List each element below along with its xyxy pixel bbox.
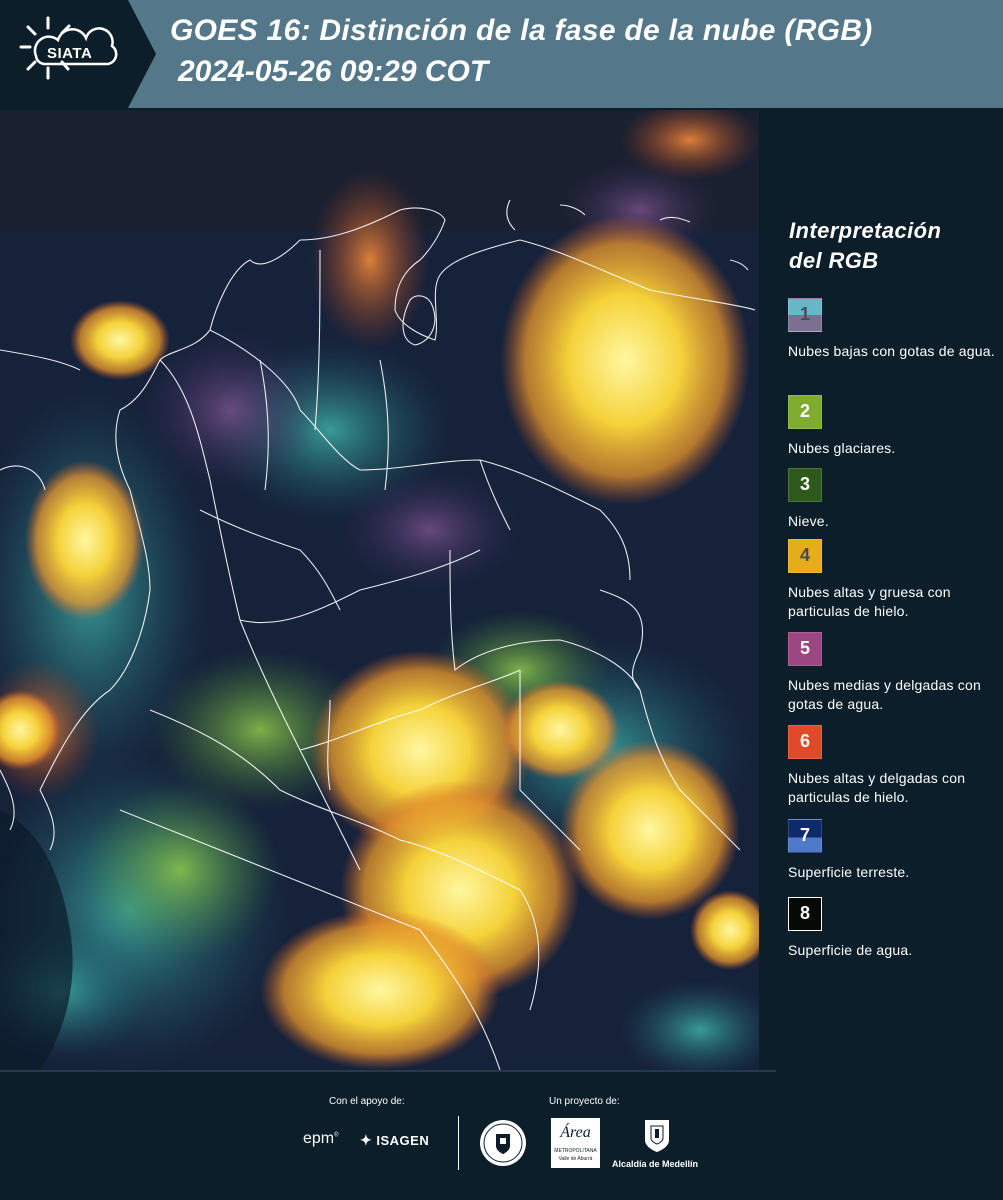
alcaldia-logo-text: Alcaldía de Medellín bbox=[612, 1159, 699, 1169]
legend-item-label: Nubes altas y gruesa con particulas de h… bbox=[788, 584, 951, 619]
legend-item-label: Nieve. bbox=[788, 513, 829, 529]
siata-logo: SIATA bbox=[0, 0, 156, 108]
support-label: Con el apoyo de: bbox=[329, 1096, 405, 1107]
legend-item-2: 2 Nubes glaciares. bbox=[788, 395, 1000, 458]
legend-item-label: Nubes bajas con gotas de agua. bbox=[788, 343, 995, 359]
legend-swatch-1: 1 bbox=[788, 298, 822, 332]
legend-title-line1: Interpretación bbox=[789, 218, 942, 243]
project-label: Un proyecto de: bbox=[549, 1096, 620, 1107]
legend-item-label: Superficie terreste. bbox=[788, 864, 910, 880]
legend-item-label: Nubes medias y delgadas con gotas de agu… bbox=[788, 677, 981, 712]
legend-swatch-num: 6 bbox=[799, 731, 810, 751]
legend-item-label: Superficie de agua. bbox=[788, 942, 913, 958]
legend-swatch-2: 2 bbox=[788, 395, 822, 429]
isagen-star-icon: ✦ bbox=[360, 1132, 373, 1148]
area-logo-sub1: METROPOLITANA bbox=[554, 1148, 597, 1154]
footer: Con el apoyo de: Un proyecto de: epm® ✦ … bbox=[0, 1070, 1003, 1200]
alcaldia-shield-icon bbox=[643, 1118, 671, 1154]
epm-logo-text: epm bbox=[303, 1130, 335, 1147]
legend-swatch-5: 5 bbox=[788, 632, 822, 666]
legend-swatch-num: 8 bbox=[799, 903, 810, 923]
legend-swatch-num: 4 bbox=[799, 545, 810, 565]
medellin-seal-icon bbox=[478, 1118, 528, 1168]
area-logo-sub2: Valle de Aburrá bbox=[558, 1156, 593, 1162]
legend-item-1: 1 Nubes bajas con gotas de agua. bbox=[788, 298, 1000, 361]
legend-swatch-4: 4 bbox=[788, 539, 822, 573]
legend-item-6: 6 Nubes altas y delgadas con particulas … bbox=[788, 725, 1000, 807]
satellite-map bbox=[0, 110, 759, 1070]
legend-swatch-num: 2 bbox=[799, 401, 810, 421]
legend-swatch-num: 5 bbox=[799, 638, 810, 658]
legend-panel: Interpretación del RGB 1 Nubes bajas con… bbox=[760, 108, 1003, 1070]
area-metropolitana-logo: Área METROPOLITANA Valle de Aburrá bbox=[551, 1118, 600, 1168]
legend-swatch-3: 3 bbox=[788, 468, 822, 502]
legend-item-8: 8 Superficie de agua. bbox=[788, 897, 1000, 960]
isagen-logo: ✦ ISAGEN bbox=[360, 1132, 429, 1149]
legend-item-label: Nubes altas y delgadas con particulas de… bbox=[788, 770, 966, 805]
area-logo-script: Área bbox=[560, 1124, 591, 1141]
footer-vertical-divider bbox=[458, 1116, 459, 1170]
legend-swatch-num: 3 bbox=[799, 474, 810, 494]
legend-swatch-num: 1 bbox=[799, 304, 810, 324]
siata-logo-text: SIATA bbox=[47, 45, 93, 62]
page-title: GOES 16: Distinción de la fase de la nub… bbox=[170, 14, 873, 47]
legend-swatch-7: 7 bbox=[788, 819, 822, 853]
epm-logo: epm® bbox=[303, 1130, 339, 1147]
legend-title-line2: del RGB bbox=[789, 248, 879, 273]
legend-item-4: 4 Nubes altas y gruesa con particulas de… bbox=[788, 539, 1000, 621]
legend-swatch-8: 8 bbox=[788, 897, 822, 931]
isagen-logo-text: ISAGEN bbox=[376, 1133, 430, 1148]
legend-item-5: 5 Nubes medias y delgadas con gotas de a… bbox=[788, 632, 1000, 714]
legend-item-3: 3 Nieve. bbox=[788, 468, 1000, 531]
legend-swatch-6: 6 bbox=[788, 725, 822, 759]
footer-divider-line bbox=[0, 1070, 776, 1072]
page-timestamp: 2024-05-26 09:29 COT bbox=[178, 55, 489, 88]
legend-item-7: 7 Superficie terreste. bbox=[788, 819, 1000, 882]
header-bar: SIATA GOES 16: Distinción de la fase de … bbox=[0, 0, 1003, 108]
legend-title: Interpretación del RGB bbox=[789, 216, 941, 276]
legend-swatch-num: 7 bbox=[799, 825, 810, 845]
legend-item-label: Nubes glaciares. bbox=[788, 440, 896, 456]
